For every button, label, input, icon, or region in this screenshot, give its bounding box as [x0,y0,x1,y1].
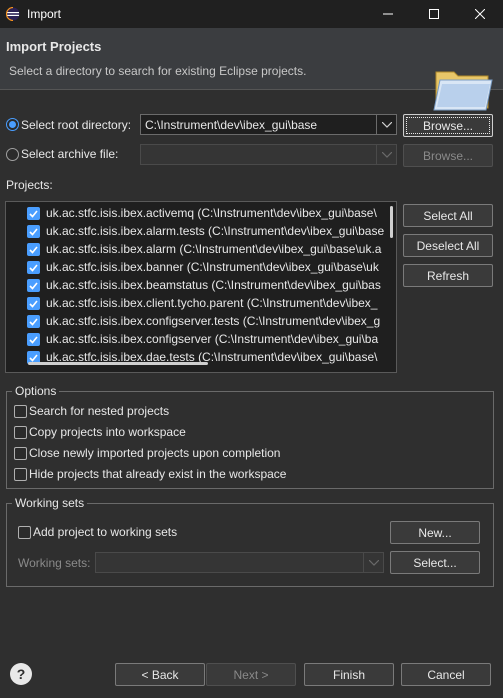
search-nested-label: Search for nested projects [29,404,170,418]
help-icon[interactable]: ? [10,663,32,685]
root-directory-label: Select root directory: [21,118,132,132]
list-item[interactable]: uk.ac.stfc.isis.ibex.configserver (C:\In… [6,330,386,348]
folder-icon [433,71,493,111]
project-checkbox[interactable] [27,279,40,292]
vertical-scrollbar[interactable] [387,202,396,372]
minimize-button[interactable] [365,0,411,28]
next-button[interactable]: Next > [206,663,296,686]
list-item[interactable]: uk.ac.stfc.isis.ibex.alarm.tests (C:\Ins… [6,222,386,240]
project-name: uk.ac.stfc.isis.ibex.configserver (C:\In… [46,332,379,346]
list-item[interactable]: uk.ac.stfc.isis.ibex.configserver.tests … [6,312,386,330]
working-sets-title: Working sets [12,496,88,510]
root-directory-radio[interactable] [6,118,19,131]
wizard-header: Import Projects Select a directory to se… [0,28,503,111]
list-item[interactable]: uk.ac.stfc.isis.ibex.client.tycho.parent… [6,294,386,312]
list-item[interactable]: uk.ac.stfc.isis.ibex.beamstatus (C:\Inst… [6,276,386,294]
browse-directory-button[interactable]: Browse... [403,114,493,137]
project-checkbox[interactable] [27,315,40,328]
hide-existing-checkbox[interactable] [14,468,27,481]
project-name: uk.ac.stfc.isis.ibex.activemq (C:\Instru… [46,206,377,220]
project-checkbox[interactable] [27,225,40,238]
project-name: uk.ac.stfc.isis.ibex.alarm (C:\Instrumen… [46,242,382,256]
close-button[interactable] [457,0,503,28]
projects-label: Projects: [6,178,53,192]
close-icon [475,9,485,19]
add-to-working-sets-label: Add project to working sets [33,525,178,539]
copy-projects-label: Copy projects into workspace [29,425,186,439]
root-directory-combo[interactable]: C:\Instrument\dev\ibex_gui\base [140,114,397,135]
root-directory-value: C:\Instrument\dev\ibex_gui\base [145,118,318,132]
search-nested-checkbox[interactable] [14,405,27,418]
new-working-set-button[interactable]: New... [390,521,480,544]
project-name: uk.ac.stfc.isis.ibex.configserver.tests … [46,314,381,328]
eclipse-icon [6,7,20,21]
project-name: uk.ac.stfc.isis.ibex.client.tycho.parent… [46,296,378,310]
browse-archive-button[interactable]: Browse... [403,144,493,167]
maximize-icon [429,9,439,19]
working-sets-group [6,503,494,587]
archive-file-combo[interactable] [140,144,397,165]
maximize-button[interactable] [411,0,457,28]
chevron-down-icon[interactable] [376,145,396,164]
copy-projects-checkbox[interactable] [14,426,27,439]
chevron-down-icon[interactable] [363,553,383,572]
cancel-button[interactable]: Cancel [401,663,491,686]
chevron-down-icon[interactable] [376,115,396,134]
page-description: Select a directory to search for existin… [9,64,307,78]
project-checkbox[interactable] [27,261,40,274]
project-name: uk.ac.stfc.isis.ibex.beamstatus (C:\Inst… [46,278,381,292]
add-to-working-sets-checkbox[interactable] [18,526,31,539]
back-button[interactable]: < Back [115,663,205,686]
project-checkbox[interactable] [27,297,40,310]
projects-list[interactable]: uk.ac.stfc.isis.ibex.activemq (C:\Instru… [5,201,397,373]
close-imported-checkbox[interactable] [14,447,27,460]
list-item[interactable]: uk.ac.stfc.isis.ibex.activemq (C:\Instru… [6,204,386,222]
vertical-scroll-thumb[interactable] [390,206,393,238]
archive-file-radio[interactable] [6,148,19,161]
project-checkbox[interactable] [27,333,40,346]
title-bar: Import [0,0,503,28]
list-item[interactable]: uk.ac.stfc.isis.ibex.banner (C:\Instrume… [6,258,386,276]
project-name: uk.ac.stfc.isis.ibex.alarm.tests (C:\Ins… [46,224,385,238]
horizontal-scroll-thumb[interactable] [28,362,208,365]
project-name: uk.ac.stfc.isis.ibex.banner (C:\Instrume… [46,260,379,274]
project-checkbox[interactable] [27,207,40,220]
archive-file-label: Select archive file: [21,147,119,161]
options-title: Options [12,384,60,398]
working-sets-label: Working sets: [18,556,91,570]
select-working-sets-button[interactable]: Select... [390,551,480,574]
project-checkbox[interactable] [27,243,40,256]
window-title: Import [27,7,62,21]
close-imported-label: Close newly imported projects upon compl… [29,446,281,460]
select-all-button[interactable]: Select All [403,204,493,227]
list-item[interactable]: uk.ac.stfc.isis.ibex.alarm (C:\Instrumen… [6,240,386,258]
working-sets-combo[interactable] [95,552,384,573]
hide-existing-label: Hide projects that already exist in the … [29,467,287,481]
deselect-all-button[interactable]: Deselect All [403,234,493,257]
finish-button[interactable]: Finish [304,663,394,686]
refresh-button[interactable]: Refresh [403,264,493,287]
minimize-icon [383,13,393,15]
page-title: Import Projects [6,39,102,54]
